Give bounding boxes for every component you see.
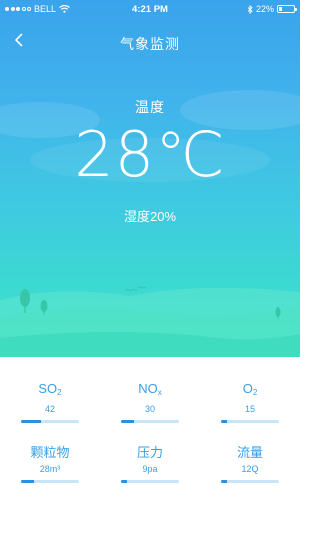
metric-so2[interactable]: SO2 42 <box>0 381 100 423</box>
status-bar: BELL 4:21 PM 22% <box>0 0 300 20</box>
metric-level-bar <box>121 480 179 483</box>
metric-name: 压力 <box>136 445 163 460</box>
battery-fill <box>279 7 283 11</box>
metric-nox[interactable]: NOx 30 <box>100 381 200 423</box>
metric-name: NOx <box>138 381 162 397</box>
temperature-label: 温度 <box>135 99 165 115</box>
metric-level-bar <box>221 420 279 423</box>
metric-name: O2 <box>242 381 258 397</box>
metric-particulates[interactable]: 颗粒物 28m³ <box>0 445 100 483</box>
nav-bar: 气象监测 <box>0 26 300 56</box>
metric-value: 42 <box>44 404 55 414</box>
metric-value: 28m³ <box>39 464 61 474</box>
metric-o2[interactable]: O2 15 <box>200 381 300 423</box>
metric-level-bar <box>221 480 279 483</box>
metric-level-bar <box>21 420 79 423</box>
battery-percent: 22% <box>255 4 274 14</box>
metric-name: 流量 <box>236 445 263 460</box>
metric-flow[interactable]: 流量 12Q <box>200 445 300 483</box>
metric-value: 15 <box>244 404 255 414</box>
metric-value: 9pa <box>142 464 158 474</box>
metric-value: 30 <box>144 404 155 414</box>
metric-name: 颗粒物 <box>30 445 70 460</box>
metrics-panel: SO2 42 NOx 30 O2 15 颗粒物 28m³ 压力 9pa 流量 1… <box>0 357 300 533</box>
metric-level-bar <box>21 480 79 483</box>
humidity-text: 湿度20% <box>123 209 177 224</box>
metric-level-bar <box>121 420 179 423</box>
page-title: 气象监测 <box>120 36 180 52</box>
battery-icon <box>277 5 297 13</box>
metric-value: 12Q <box>241 464 259 474</box>
bluetooth-icon <box>247 4 253 14</box>
metric-name: SO2 <box>38 381 62 397</box>
weather-hero: BELL 4:21 PM 22% 气象监测 温度 28℃ 湿度20% <box>0 0 300 357</box>
metric-pressure[interactable]: 压力 9pa <box>100 445 200 483</box>
status-right: 22% <box>247 4 297 14</box>
temperature-value: 28℃ <box>74 118 226 191</box>
